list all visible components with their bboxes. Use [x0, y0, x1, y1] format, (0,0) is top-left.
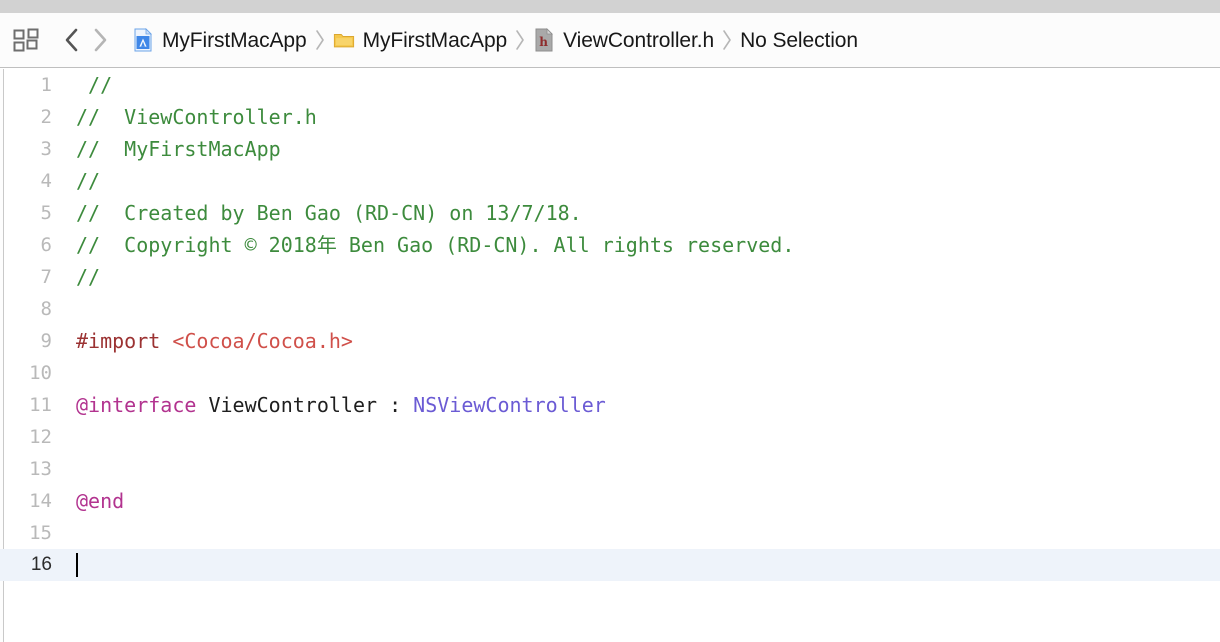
code-line-text: #import <Cocoa/Cocoa.h>	[58, 325, 1220, 357]
breadcrumb-label-project: MyFirstMacApp	[162, 28, 307, 52]
code-token-pre: #import	[76, 329, 173, 353]
related-items-icon[interactable]	[12, 27, 42, 53]
line-number: 16	[30, 554, 52, 575]
xcode-project-icon	[132, 28, 154, 52]
breadcrumb: MyFirstMacApp MyFirstMacApp h ViewContro…	[130, 23, 1220, 57]
code-line[interactable]: 15	[0, 517, 1220, 549]
code-token-comment: // ViewController.h	[76, 105, 317, 129]
code-token-comment: // Copyright © 2018年 Ben Gao (RD-CN). Al…	[76, 233, 795, 257]
breadcrumb-item-folder[interactable]: MyFirstMacApp	[331, 23, 510, 57]
code-line-text: @interface ViewController : NSViewContro…	[58, 389, 1220, 421]
jump-bar: MyFirstMacApp MyFirstMacApp h ViewContro…	[0, 13, 1220, 68]
line-number: 9	[40, 330, 52, 352]
line-number: 14	[29, 490, 52, 512]
code-line[interactable]: 13	[0, 453, 1220, 485]
code-token-comment: //	[76, 169, 101, 193]
line-number: 15	[29, 522, 52, 544]
forward-button[interactable]	[86, 25, 114, 55]
breadcrumb-separator	[716, 29, 738, 51]
breadcrumb-separator	[309, 29, 331, 51]
source-editor[interactable]: 1 // 2 // ViewController.h 3 // MyFirstMacAp…	[0, 69, 1220, 642]
xcode-editor-window: MyFirstMacApp MyFirstMacApp h ViewContro…	[0, 0, 1220, 642]
code-line[interactable]: 10	[0, 357, 1220, 389]
code-token-comment: // MyFirstMacApp	[76, 137, 281, 161]
code-lines: 1 // 2 // ViewController.h 3 // MyFirstMacAp…	[0, 69, 1220, 581]
line-number: 8	[40, 298, 52, 320]
code-line[interactable]: 1 //	[0, 69, 1220, 101]
line-number: 2	[40, 106, 52, 128]
code-line[interactable]: 12	[0, 421, 1220, 453]
breadcrumb-item-selection[interactable]: No Selection	[738, 23, 860, 57]
line-number: 3	[40, 138, 52, 160]
folder-icon	[333, 28, 355, 52]
code-token-type: NSViewController	[413, 393, 606, 417]
code-line[interactable]: 3 // MyFirstMacApp	[0, 133, 1220, 165]
window-title-strip	[0, 0, 1220, 13]
breadcrumb-label-file: ViewController.h	[563, 28, 715, 52]
line-number: 11	[29, 394, 52, 416]
code-line-text	[58, 549, 1220, 581]
code-line[interactable]: 5 // Created by Ben Gao (RD-CN) on 13/7/1…	[0, 197, 1220, 229]
code-line-text: //	[58, 69, 1220, 101]
text-cursor	[76, 553, 78, 577]
code-token-keyword: @end	[76, 489, 125, 513]
breadcrumb-label-folder: MyFirstMacApp	[362, 28, 508, 52]
code-line-text: // MyFirstMacApp	[58, 133, 1220, 165]
code-token-keyword: @interface	[76, 393, 197, 417]
code-line[interactable]: 8	[0, 293, 1220, 325]
line-number: 1	[40, 74, 52, 96]
code-line[interactable]: 6 // Copyright © 2018年 Ben Gao (RD-CN). A…	[0, 229, 1220, 261]
line-number: 6	[40, 234, 52, 256]
line-number: 7	[40, 266, 52, 288]
code-line[interactable]: 11 @interface ViewController : NSViewCont…	[0, 389, 1220, 421]
code-line[interactable]: 4 //	[0, 165, 1220, 197]
code-line[interactable]: 16	[0, 549, 1220, 581]
line-number: 13	[29, 458, 52, 480]
code-token-comment: // Created by Ben Gao (RD-CN) on 13/7/18…	[76, 201, 582, 225]
navigation-arrows	[58, 25, 114, 55]
back-button[interactable]	[58, 25, 86, 55]
svg-text:h: h	[539, 35, 548, 49]
line-number: 4	[40, 170, 52, 192]
code-line-text: // Copyright © 2018年 Ben Gao (RD-CN). Al…	[58, 229, 1220, 261]
breadcrumb-item-project[interactable]: MyFirstMacApp	[130, 23, 309, 57]
code-line[interactable]: 7 //	[0, 261, 1220, 293]
code-line-text: // Created by Ben Gao (RD-CN) on 13/7/18…	[58, 197, 1220, 229]
code-line-text: //	[58, 261, 1220, 293]
breadcrumb-separator	[509, 29, 531, 51]
header-file-icon: h	[533, 28, 555, 52]
line-number: 10	[29, 362, 52, 384]
line-number: 5	[40, 202, 52, 224]
code-line[interactable]: 14 @end	[0, 485, 1220, 517]
code-token-comment: //	[76, 73, 113, 97]
breadcrumb-label-selection: No Selection	[740, 28, 858, 52]
code-line-text: // ViewController.h	[58, 101, 1220, 133]
code-line-text: @end	[58, 485, 1220, 517]
code-token-comment: //	[76, 265, 101, 289]
code-line-text: //	[58, 165, 1220, 197]
code-token-string: <Cocoa/Cocoa.h>	[172, 329, 353, 353]
code-token-plain: ViewController :	[196, 393, 414, 417]
line-number: 12	[29, 426, 52, 448]
code-line[interactable]: 9 #import <Cocoa/Cocoa.h>	[0, 325, 1220, 357]
breadcrumb-item-file[interactable]: h ViewController.h	[531, 23, 716, 57]
code-line[interactable]: 2 // ViewController.h	[0, 101, 1220, 133]
